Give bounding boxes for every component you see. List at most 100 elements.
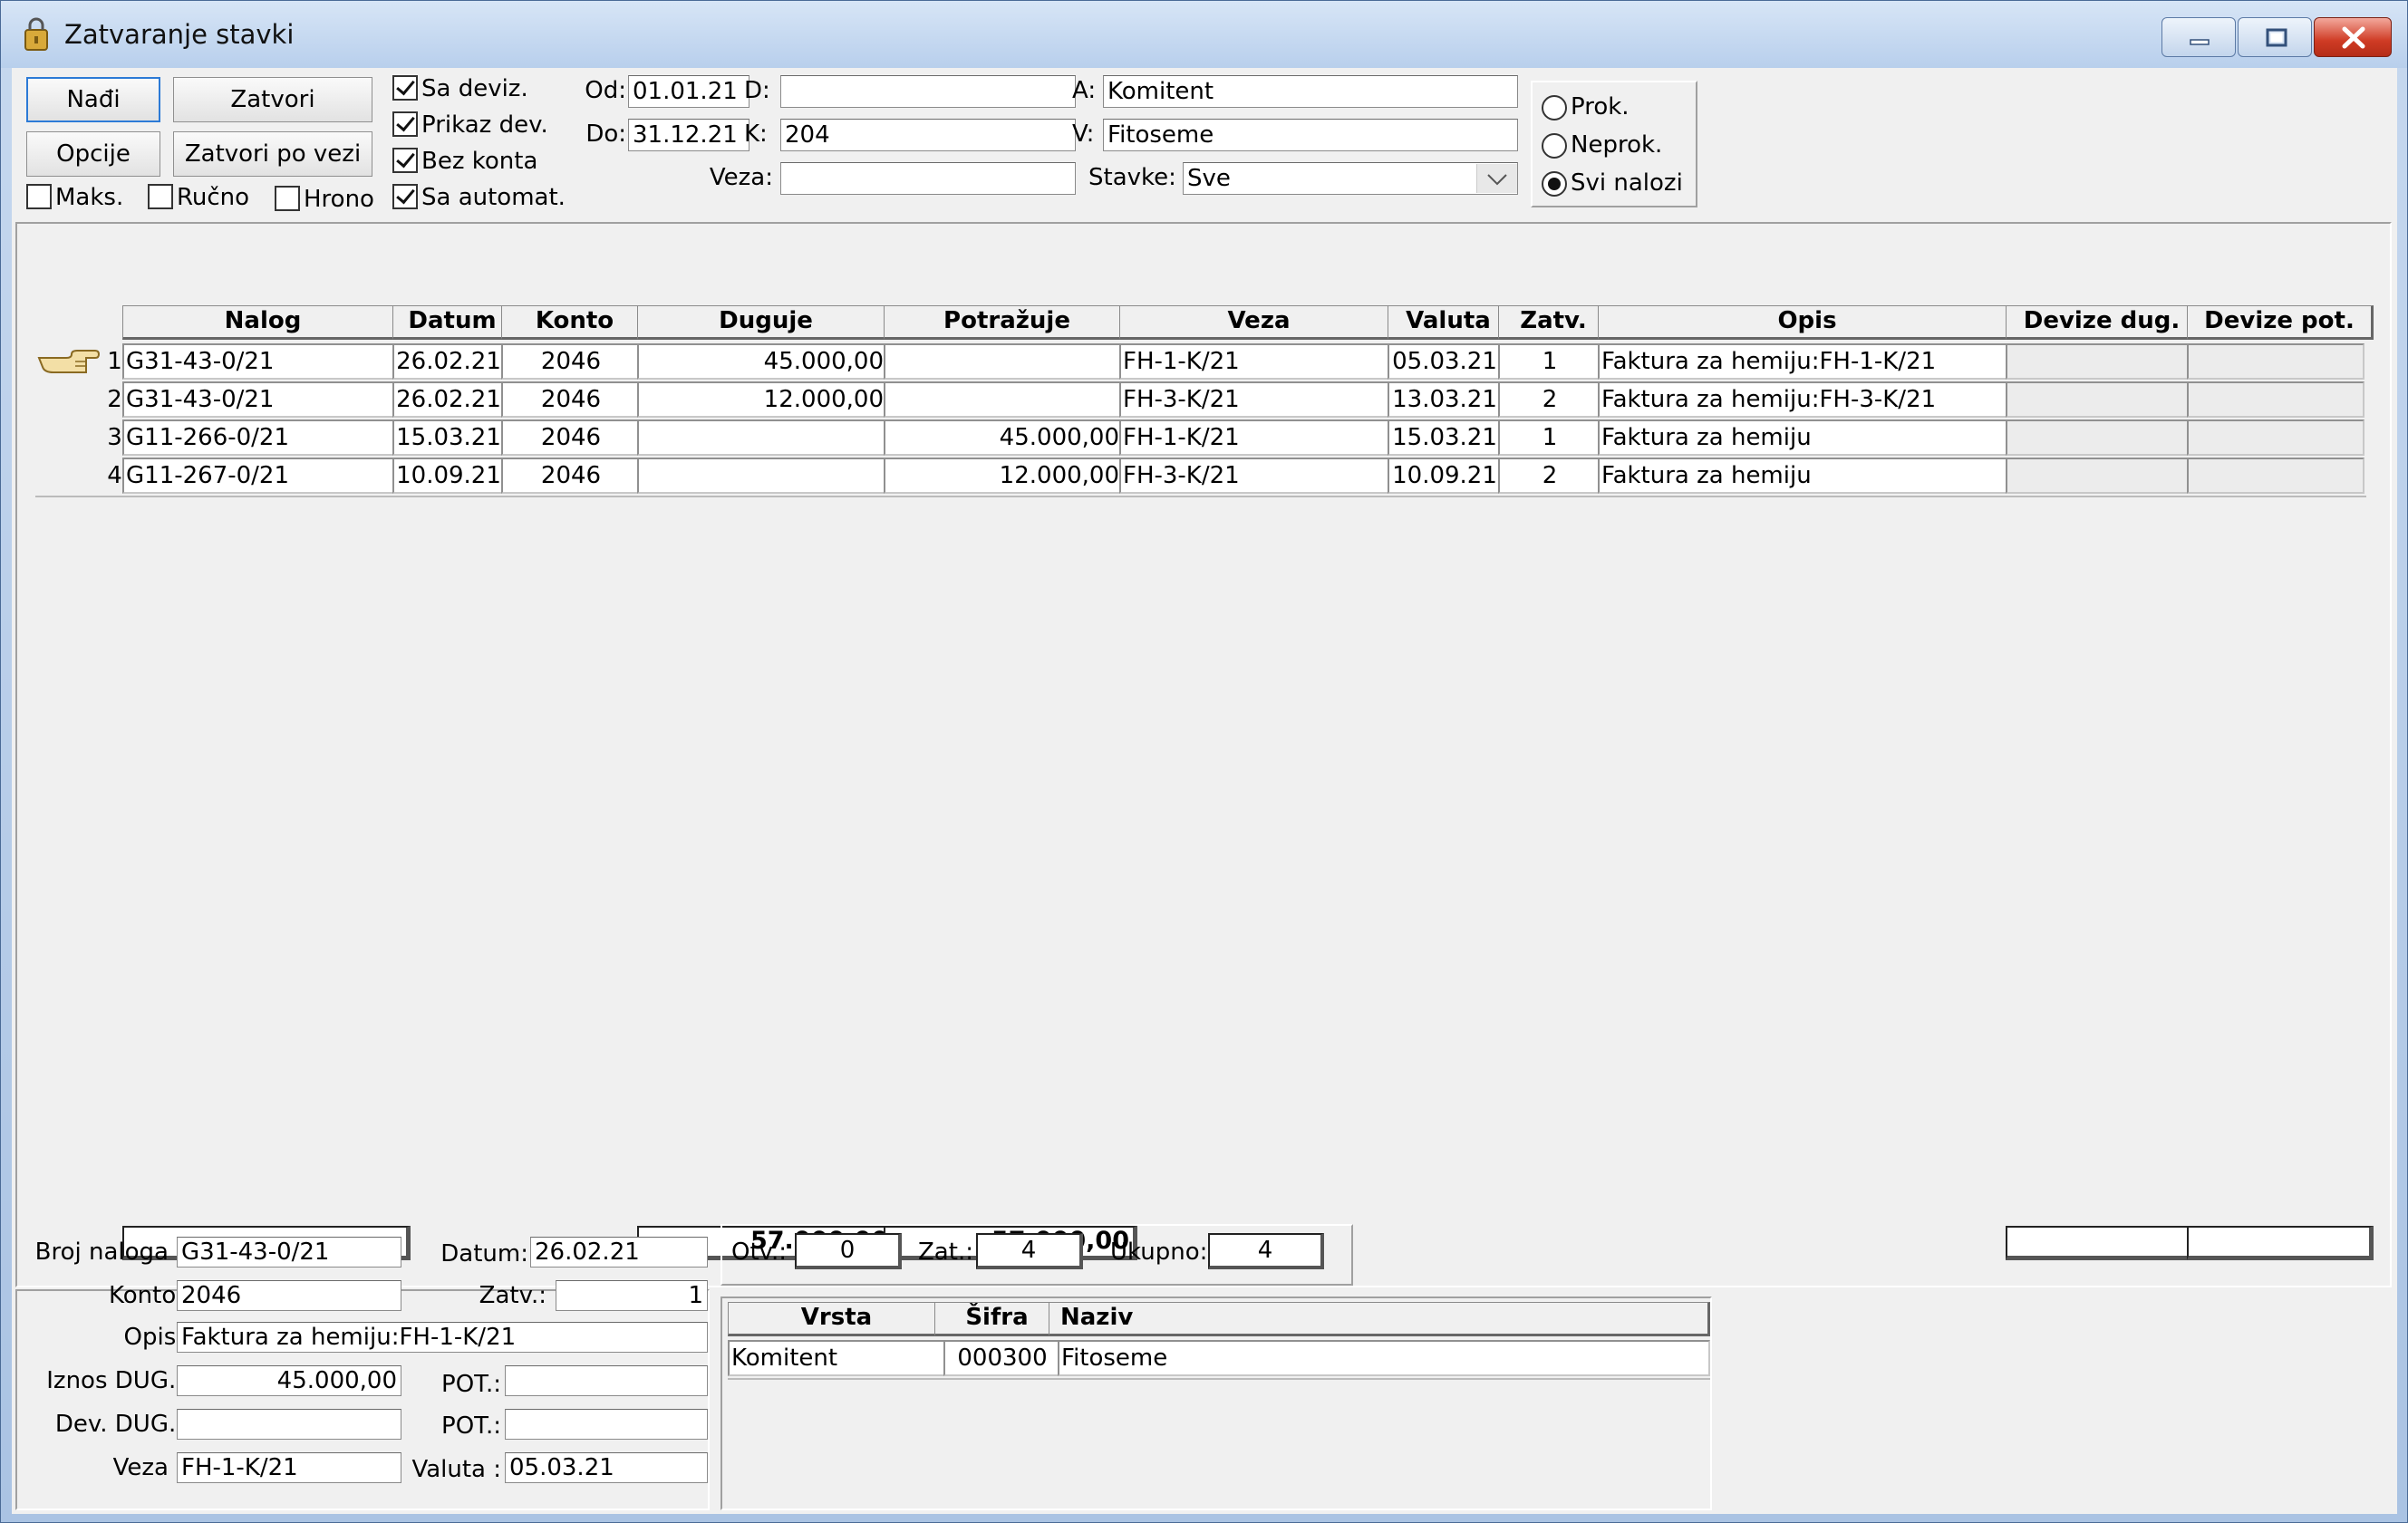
cell-devize-dug[interactable] <box>2006 343 2190 380</box>
cell-nalog[interactable]: G11-267-0/21 <box>122 458 394 494</box>
maximize-button[interactable] <box>2238 17 2312 57</box>
cell-datum[interactable]: 26.02.21 <box>392 381 505 418</box>
cell-valuta[interactable]: 13.03.21 <box>1388 381 1502 418</box>
k-field[interactable]: 204 <box>780 119 1076 151</box>
cell-vrsta[interactable]: Komitent <box>728 1340 947 1376</box>
cell-veza[interactable]: FH-3-K/21 <box>1119 458 1391 494</box>
dev-pot-field[interactable] <box>505 1409 708 1440</box>
cell-potrazuje[interactable] <box>884 381 1123 418</box>
cell-zatv[interactable]: 1 <box>1498 419 1601 456</box>
cell-devize-pot[interactable] <box>2187 381 2364 418</box>
cell-konto[interactable]: 2046 <box>501 381 641 418</box>
cell-datum[interactable]: 26.02.21 <box>392 343 505 380</box>
hrono-checkbox[interactable] <box>275 186 300 211</box>
close-button[interactable] <box>2314 17 2392 57</box>
cell-naziv[interactable]: Fitoseme <box>1058 1340 1710 1376</box>
prikaz-dev-checkbox[interactable] <box>392 111 418 137</box>
cell-potrazuje[interactable]: 12.000,00 <box>884 458 1123 494</box>
cell-datum[interactable]: 15.03.21 <box>392 419 505 456</box>
cell-opis[interactable]: Faktura za hemiju:FH-1-K/21 <box>1598 343 2009 380</box>
iznos-dug-field[interactable]: 45.000,00 <box>177 1365 401 1396</box>
cell-nalog[interactable]: G31-43-0/21 <box>122 381 394 418</box>
cell-valuta[interactable]: 15.03.21 <box>1388 419 1502 456</box>
detail-veza-field[interactable]: FH-1-K/21 <box>177 1452 401 1483</box>
detail-valuta-field[interactable]: 05.03.21 <box>505 1452 708 1483</box>
col-datum-header[interactable]: Datum <box>392 305 514 340</box>
cell-zatv[interactable]: 1 <box>1498 343 1601 380</box>
do-date-field[interactable]: 31.12.21 <box>628 119 749 151</box>
col-nalog-header[interactable]: Nalog <box>122 305 405 340</box>
cell-opis[interactable]: Faktura za hemiju <box>1598 458 2009 494</box>
sa-deviz-checkbox[interactable] <box>392 75 418 101</box>
cell-valuta[interactable]: 10.09.21 <box>1388 458 1502 494</box>
cell-veza[interactable]: FH-1-K/21 <box>1119 343 1391 380</box>
bez-konta-checkbox[interactable] <box>392 148 418 173</box>
od-date-field[interactable]: 01.01.21 <box>628 75 749 108</box>
cell-datum[interactable]: 10.09.21 <box>392 458 505 494</box>
cell-duguje[interactable] <box>637 419 887 456</box>
cell-nalog[interactable]: G11-266-0/21 <box>122 419 394 456</box>
col-konto-header[interactable]: Konto <box>501 305 650 340</box>
col-potrazuje-header[interactable]: Potražuje <box>884 305 1132 340</box>
veza-field[interactable] <box>780 162 1076 195</box>
cell-konto[interactable]: 2046 <box>501 458 641 494</box>
cell-valuta[interactable]: 05.03.21 <box>1388 343 1502 380</box>
zatvori-po-vezi-button[interactable]: Zatvori po vezi <box>173 131 372 177</box>
cell-devize-pot[interactable] <box>2187 419 2364 456</box>
svi-nalozi-radio[interactable] <box>1542 171 1567 197</box>
cell-veza[interactable]: FH-1-K/21 <box>1119 419 1391 456</box>
cell-devize-dug[interactable] <box>2006 381 2190 418</box>
neprok-radio[interactable] <box>1542 133 1567 159</box>
dev-dug-field[interactable] <box>177 1409 401 1440</box>
cell-opis[interactable]: Faktura za hemiju <box>1598 419 2009 456</box>
detail-konto-field[interactable]: 2046 <box>177 1280 401 1311</box>
prok-radio[interactable] <box>1542 95 1567 120</box>
cell-potrazuje[interactable] <box>884 343 1123 380</box>
zatvori-button[interactable]: Zatvori <box>173 77 372 122</box>
col-veza-header[interactable]: Veza <box>1119 305 1400 340</box>
cell-duguje[interactable]: 12.000,00 <box>637 381 887 418</box>
cell-potrazuje[interactable]: 45.000,00 <box>884 419 1123 456</box>
detail-zatv-field[interactable]: 1 <box>556 1280 708 1311</box>
cell-konto[interactable]: 2046 <box>501 343 641 380</box>
col-devize-pot-header[interactable]: Devize pot. <box>2187 305 2374 340</box>
cell-duguje[interactable]: 45.000,00 <box>637 343 887 380</box>
iznos-pot-field[interactable] <box>505 1365 708 1396</box>
cell-devize-pot[interactable] <box>2187 458 2364 494</box>
rucno-checkbox[interactable] <box>148 184 173 209</box>
broj-naloga-field[interactable]: G31-43-0/21 <box>177 1237 401 1268</box>
col-naziv-header[interactable]: Naziv <box>1049 1302 1710 1336</box>
maks-checkbox[interactable] <box>26 184 52 209</box>
cell-opis[interactable]: Faktura za hemiju:FH-3-K/21 <box>1598 381 2009 418</box>
detail-datum-field[interactable]: 26.02.21 <box>530 1237 708 1268</box>
opcije-button[interactable]: Opcije <box>26 131 160 177</box>
cell-nalog[interactable]: G31-43-0/21 <box>122 343 394 380</box>
cell-konto[interactable]: 2046 <box>501 419 641 456</box>
stavke-dropdown-button[interactable] <box>1476 164 1517 193</box>
cell-devize-dug[interactable] <box>2006 458 2190 494</box>
nadji-button[interactable]: Nađi <box>26 77 160 122</box>
title-bar[interactable]: Zatvaranje stavki <box>1 1 2407 68</box>
cell-zatv[interactable]: 2 <box>1498 458 1601 494</box>
a-field[interactable]: Komitent <box>1103 75 1518 108</box>
col-duguje-header[interactable]: Duguje <box>637 305 896 340</box>
v-field[interactable]: Fitoseme <box>1103 119 1518 151</box>
col-vrsta-header[interactable]: Vrsta <box>728 1302 947 1336</box>
cell-devize-pot[interactable] <box>2187 343 2364 380</box>
cell-zatv[interactable]: 2 <box>1498 381 1601 418</box>
d-field[interactable] <box>780 75 1076 108</box>
col-sifra-header[interactable]: Šifra <box>934 1302 1061 1336</box>
cell-devize-dug[interactable] <box>2006 419 2190 456</box>
cell-duguje[interactable] <box>637 458 887 494</box>
grid-bottom-line <box>35 496 2366 497</box>
stavke-select[interactable]: Sve <box>1183 162 1518 195</box>
col-valuta-header[interactable]: Valuta <box>1388 305 1511 340</box>
sa-automat-checkbox[interactable] <box>392 184 418 209</box>
detail-opis-field[interactable]: Faktura za hemiju:FH-1-K/21 <box>177 1322 708 1353</box>
col-opis-header[interactable]: Opis <box>1598 305 2018 340</box>
col-devize-dug-header[interactable]: Devize dug. <box>2006 305 2200 340</box>
col-zatv-header[interactable]: Zatv. <box>1498 305 1610 340</box>
minimize-button[interactable] <box>2161 17 2236 57</box>
cell-sifra[interactable]: 000300 <box>943 1340 1061 1376</box>
cell-veza[interactable]: FH-3-K/21 <box>1119 381 1391 418</box>
